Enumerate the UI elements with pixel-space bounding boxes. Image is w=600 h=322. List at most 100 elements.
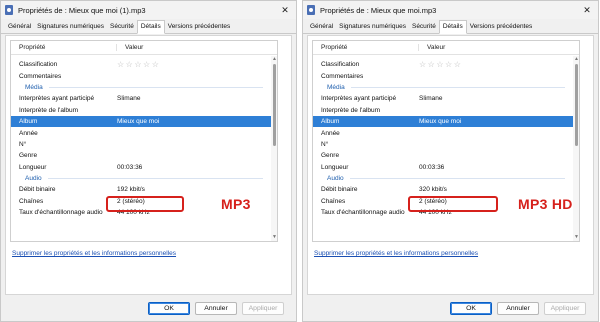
list-item[interactable]: Longueur 00:03:36 — [11, 162, 277, 173]
chevron-up-icon[interactable]: ▲ — [574, 57, 579, 62]
bitrate-highlight-box — [106, 196, 184, 212]
list-header: Propriété Valeur — [313, 41, 579, 55]
tab-security[interactable]: Sécurité — [107, 21, 137, 33]
property-value: Mieux que moi — [419, 118, 462, 126]
tab-digital-signatures[interactable]: Signatures numériques — [336, 21, 409, 33]
list-item[interactable]: Interprète de l'album — [313, 105, 579, 116]
title-bar: Propriétés de : Mieux que moi (1).mp3 ✕ — [1, 1, 296, 19]
list-item[interactable]: Genre — [313, 150, 579, 161]
list-item[interactable]: Commentaires — [11, 70, 277, 81]
mp3-file-icon — [307, 5, 315, 15]
tab-general[interactable]: Général — [5, 21, 34, 33]
list-item[interactable]: Classification ☆☆☆☆☆ — [313, 59, 579, 70]
column-header-value[interactable]: Valeur — [419, 44, 445, 51]
bitrate-highlight-box — [408, 196, 498, 212]
property-name: Classification — [321, 61, 360, 69]
format-annotation-label: MP3 — [221, 196, 251, 212]
close-icon[interactable]: ✕ — [274, 1, 296, 19]
list-item[interactable]: Commentaires — [313, 70, 579, 81]
property-name: N° — [321, 140, 329, 148]
list-header: Propriété Valeur — [11, 41, 277, 55]
cancel-button[interactable]: Annuler — [497, 302, 539, 315]
list-item[interactable]: Classification ☆☆☆☆☆ — [11, 59, 277, 70]
chevron-down-icon[interactable]: ▼ — [272, 235, 277, 240]
tab-previous-versions[interactable]: Versions précédentes — [165, 21, 234, 33]
list-item[interactable]: Débit binaire 192 kbit/s — [11, 184, 277, 195]
property-name: Chaînes — [321, 197, 346, 205]
property-name: Album — [19, 118, 38, 126]
scroll-thumb[interactable] — [575, 64, 578, 146]
vertical-scrollbar[interactable]: ▲ ▼ — [573, 56, 579, 241]
list-item[interactable]: Interprètes ayant participé Slimane — [313, 93, 579, 104]
apply-button[interactable]: Appliquer — [242, 302, 284, 315]
list-item[interactable]: N° — [11, 139, 277, 150]
list-item-selected[interactable]: Album Mieux que moi — [313, 115, 579, 128]
tab-previous-versions[interactable]: Versions précédentes — [467, 21, 536, 33]
bitrate-value: 192 kbit/s — [117, 186, 145, 194]
property-name: Taux d'échantillonnage audio — [321, 209, 405, 217]
list-item[interactable]: Genre — [11, 150, 277, 161]
details-panel: Propriété Valeur Classification ☆☆☆☆☆ Co… — [307, 35, 594, 295]
list-item[interactable]: Année — [313, 127, 579, 138]
list-item[interactable]: Longueur 00:03:36 — [313, 162, 579, 173]
column-header-property[interactable]: Propriété — [313, 44, 419, 51]
property-value: Slimane — [419, 95, 443, 103]
property-name: Taux d'échantillonnage audio — [19, 209, 103, 217]
list-item[interactable]: Interprètes ayant participé Slimane — [11, 93, 277, 104]
section-header-audio: Audio — [11, 173, 277, 184]
tab-details[interactable]: Détails — [136, 20, 165, 34]
property-name: Commentaires — [19, 72, 62, 80]
tab-bar: Général Signatures numériques Sécurité D… — [1, 19, 296, 34]
ok-button[interactable]: OK — [148, 302, 190, 315]
window-title: Propriétés de : Mieux que moi.mp3 — [320, 5, 437, 15]
list-item[interactable]: Année — [11, 127, 277, 138]
title-bar: Propriétés de : Mieux que moi.mp3 ✕ — [303, 1, 598, 19]
apply-button[interactable]: Appliquer — [544, 302, 586, 315]
dialog-footer: OK Annuler Appliquer — [303, 299, 598, 319]
list-item-selected[interactable]: Album Mieux que moi — [11, 115, 277, 128]
tab-digital-signatures[interactable]: Signatures numériques — [34, 21, 107, 33]
vertical-scrollbar[interactable]: ▲ ▼ — [271, 56, 277, 241]
property-name: Interprète de l'album — [19, 106, 79, 114]
property-value: Slimane — [117, 95, 141, 103]
chevron-down-icon[interactable]: ▼ — [574, 235, 579, 240]
rating-stars-icon[interactable]: ☆☆☆☆☆ — [419, 60, 462, 69]
property-value: Mieux que moi — [117, 118, 160, 126]
list-item[interactable]: Interprète de l'album — [11, 105, 277, 116]
column-header-property[interactable]: Propriété — [11, 44, 117, 51]
scroll-thumb[interactable] — [273, 64, 276, 146]
properties-dialog-right: Propriétés de : Mieux que moi.mp3 ✕ Géné… — [302, 0, 599, 322]
mp3-file-icon — [5, 5, 13, 15]
chevron-up-icon[interactable]: ▲ — [272, 57, 277, 62]
ok-button[interactable]: OK — [450, 302, 492, 315]
dialog-footer: OK Annuler Appliquer — [1, 299, 296, 319]
property-value: 00:03:36 — [117, 163, 143, 171]
property-name: Longueur — [321, 163, 349, 171]
property-name: Album — [321, 118, 340, 126]
section-label: Média — [25, 83, 43, 91]
section-header-media: Média — [11, 82, 277, 93]
column-header-value[interactable]: Valeur — [117, 44, 143, 51]
tab-security[interactable]: Sécurité — [409, 21, 439, 33]
property-name: Débit binaire — [321, 186, 358, 194]
tab-general[interactable]: Général — [307, 21, 336, 33]
property-name: Année — [19, 129, 38, 137]
property-name: Chaînes — [19, 197, 44, 205]
property-name: Année — [321, 129, 340, 137]
property-name: Interprètes ayant participé — [321, 95, 397, 103]
remove-properties-link[interactable]: Supprimer les propriétés et les informat… — [314, 250, 478, 257]
property-name: Interprètes ayant participé — [19, 95, 95, 103]
list-item[interactable]: Débit binaire 320 kbit/s — [313, 184, 579, 195]
tab-details[interactable]: Détails — [438, 20, 467, 34]
property-name: Commentaires — [321, 72, 364, 80]
cancel-button[interactable]: Annuler — [195, 302, 237, 315]
section-header-media: Média — [313, 82, 579, 93]
property-rows: Classification ☆☆☆☆☆ Commentaires Média … — [313, 55, 579, 218]
property-name: Genre — [321, 152, 340, 160]
remove-properties-link[interactable]: Supprimer les propriétés et les informat… — [12, 250, 176, 257]
rating-stars-icon[interactable]: ☆☆☆☆☆ — [117, 60, 160, 69]
bitrate-value: 320 kbit/s — [419, 186, 447, 194]
property-name: Interprète de l'album — [321, 106, 381, 114]
list-item[interactable]: N° — [313, 139, 579, 150]
close-icon[interactable]: ✕ — [576, 1, 598, 19]
